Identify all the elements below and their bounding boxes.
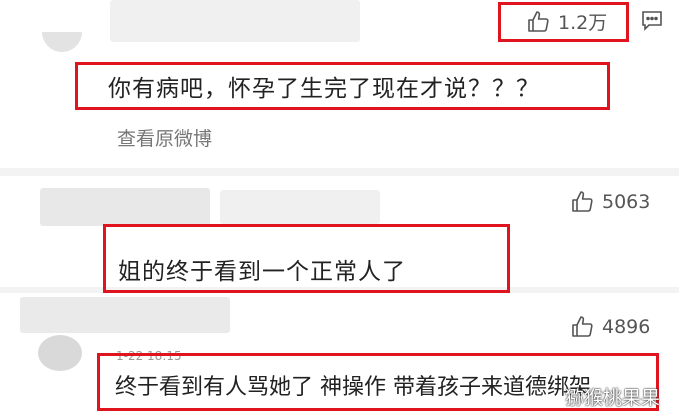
comment-text: 你有病吧，怀孕了生完了现在才说？？？ [108,76,540,102]
like-count: 1.2万 [558,12,608,34]
username-blurred [40,188,210,226]
comment-text: 终于看到有人骂她了 神操作 带着孩子来道德绑架 [115,375,591,400]
like-count: 4896 [602,316,651,338]
like-count: 5063 [602,191,651,213]
comment-icon[interactable] [640,8,664,36]
view-original-weibo-link[interactable]: 查看原微博 [117,124,212,151]
like-button[interactable]: 5063 [570,190,650,214]
thumbs-up-icon [570,190,594,214]
avatar[interactable] [38,335,82,371]
like-button[interactable]: 4896 [570,315,650,339]
watermark: 猕猴桃果果 [565,387,661,409]
username-blurred [20,297,230,333]
like-button[interactable]: 1.2万 [526,8,607,35]
username-blurred [110,0,360,42]
thumbs-up-icon [570,315,594,339]
username-blurred [220,190,380,224]
avatar[interactable] [42,32,82,52]
comment-card: 4896 1-22 18:15 终于看到有人骂她了 神操作 带着孩子来道德绑架 … [0,293,679,416]
comment-card: 1.2万 你有病吧，怀孕了生完了现在才说？？？ 查看原微博 [0,0,679,168]
comment-card: 5063 姐的终于看到一个正常人了 [0,176,679,293]
thumbs-up-icon [526,10,550,34]
comment-text: 姐的终于看到一个正常人了 [118,259,406,285]
